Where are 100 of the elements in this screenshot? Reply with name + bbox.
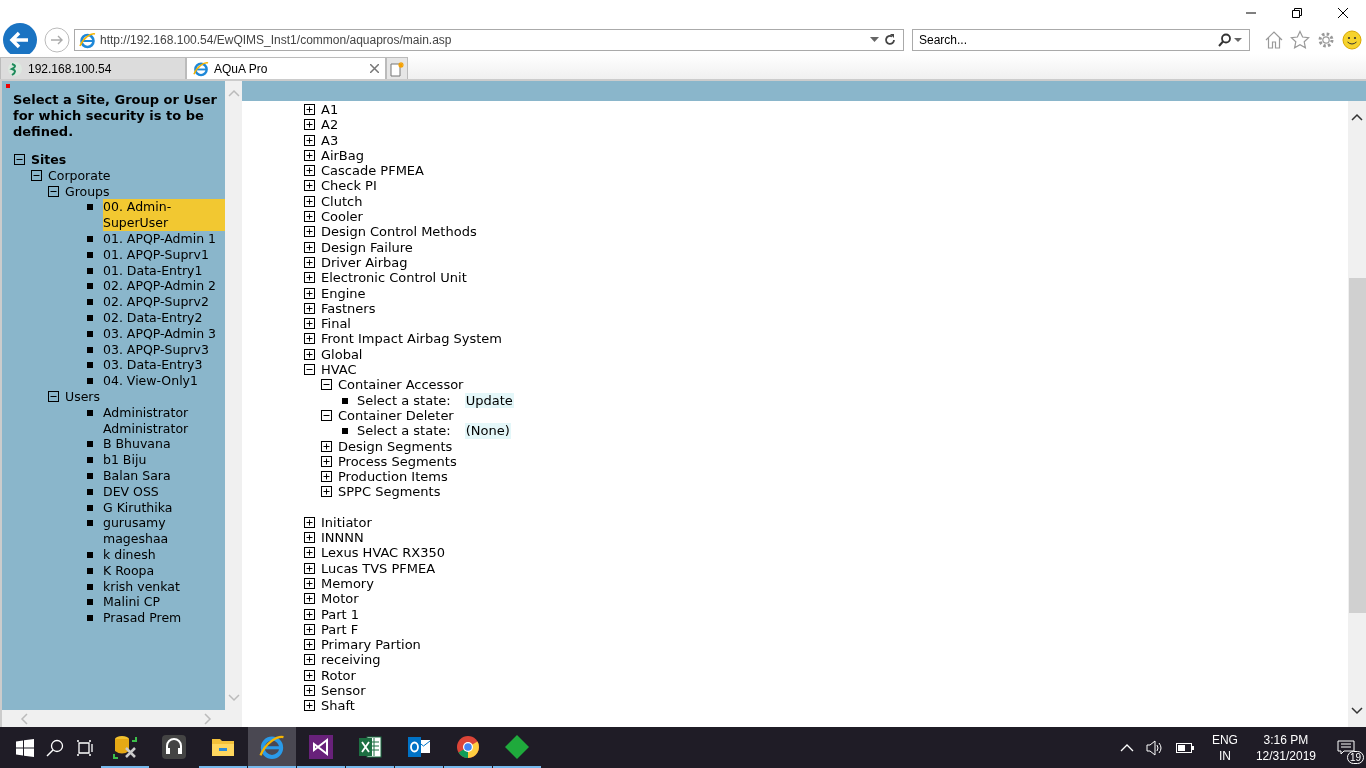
tree-node[interactable]: Check PI — [321, 178, 377, 194]
expand-icon[interactable] — [304, 669, 315, 681]
tree-node[interactable]: Container Deleter — [338, 407, 454, 424]
tree-node[interactable]: Driver Airbag — [321, 254, 408, 271]
tree-node[interactable]: Shaft — [321, 698, 355, 714]
tree-node[interactable]: A3 — [321, 132, 339, 148]
task-view-icon[interactable] — [76, 738, 94, 757]
expand-icon[interactable] — [304, 593, 315, 605]
expand-icon[interactable] — [321, 455, 332, 467]
close-tab-icon[interactable] — [370, 64, 379, 73]
tree-node[interactable]: Electronic Control Unit — [321, 270, 467, 286]
expand-icon[interactable] — [304, 532, 315, 543]
tree-node[interactable]: Lexus HVAC RX350 — [321, 545, 446, 561]
tree-node[interactable]: Motor — [321, 591, 359, 607]
expand-icon[interactable] — [304, 577, 315, 589]
tree-node[interactable]: Memory — [321, 575, 374, 592]
expand-icon[interactable] — [304, 302, 315, 314]
scroll-thumb[interactable] — [1348, 278, 1366, 613]
collapse-icon[interactable] — [48, 185, 59, 197]
expand-icon[interactable] — [321, 440, 332, 452]
expand-icon[interactable] — [304, 364, 315, 376]
browser-tab[interactable]: AQuA Pro — [186, 57, 386, 79]
chevron-up-icon[interactable] — [1119, 743, 1134, 752]
expand-icon[interactable] — [304, 348, 315, 360]
expand-icon[interactable] — [304, 241, 315, 253]
tree-node[interactable]: Fastners — [321, 300, 376, 317]
tree-item[interactable]: k dinesh — [103, 546, 156, 563]
scroll-down-icon[interactable] — [1351, 707, 1363, 715]
tree-node[interactable]: receiving — [321, 652, 381, 668]
tree-item[interactable]: G Kiruthika — [103, 499, 173, 516]
state-value[interactable]: (None) — [464, 423, 511, 439]
home-icon[interactable] — [1264, 30, 1284, 50]
tree-item[interactable]: 03. APQP-Suprv3 — [103, 341, 209, 358]
close-icon[interactable] — [1337, 7, 1349, 19]
tree-node[interactable]: Design Failure — [321, 239, 413, 255]
collapse-icon[interactable] — [48, 390, 59, 402]
tree-node[interactable]: Container Accessor — [338, 377, 464, 393]
search-icon[interactable] — [46, 738, 64, 757]
search-icon[interactable] — [1218, 33, 1242, 47]
tree-node[interactable]: Cooler — [321, 209, 363, 225]
expand-icon[interactable] — [304, 562, 315, 574]
expand-icon[interactable] — [304, 318, 315, 330]
expand-icon[interactable] — [304, 119, 315, 131]
tree-node[interactable]: SPPC Segments — [338, 484, 441, 500]
address-bar[interactable]: http://192.168.100.54/EwQIMS_Inst1/common/aquapros/main.asp — [74, 29, 904, 51]
tree-node[interactable]: Primary Partion — [321, 637, 421, 653]
tree-item[interactable]: K Roopa — [103, 562, 155, 579]
expand-icon[interactable] — [304, 104, 315, 115]
expand-icon[interactable] — [304, 226, 315, 238]
expand-icon[interactable] — [304, 685, 315, 696]
tree-item[interactable]: Balan Sara — [103, 467, 171, 484]
expand-icon[interactable] — [304, 623, 315, 635]
expand-icon[interactable] — [304, 256, 315, 268]
tree-node[interactable]: Part F — [321, 621, 359, 638]
tree-node[interactable]: A2 — [321, 117, 339, 133]
tree-node[interactable]: Cascade PFMEA — [321, 163, 424, 179]
tree-item[interactable]: Malini CP — [103, 594, 161, 611]
expand-icon[interactable] — [304, 211, 315, 223]
search-field[interactable]: Search... — [912, 29, 1250, 51]
expand-icon[interactable] — [321, 486, 332, 498]
clock[interactable]: 3:16 PM 12/31/2019 — [1255, 731, 1316, 764]
tree-node[interactable]: Part 1 — [321, 606, 360, 622]
expand-icon[interactable] — [321, 379, 332, 391]
expand-icon[interactable] — [304, 165, 315, 177]
tree-item[interactable]: 02. APQP-Suprv2 — [103, 294, 209, 310]
tree-node[interactable]: Process Segments — [338, 453, 457, 470]
expand-icon[interactable] — [304, 287, 315, 299]
expand-icon[interactable] — [304, 333, 315, 345]
expand-icon[interactable] — [321, 409, 332, 421]
tree-node[interactable]: Rotor — [321, 667, 356, 683]
state-value[interactable]: Update — [464, 392, 514, 408]
tree-node[interactable]: Production Items — [338, 469, 448, 485]
tree-item[interactable]: 02. APQP-Admin 2 — [103, 278, 217, 295]
expand-icon[interactable] — [304, 149, 315, 161]
tree-node[interactable]: AirBag — [321, 147, 364, 164]
tree-node[interactable]: A1 — [321, 102, 339, 118]
browser-tab[interactable]: 192.168.100.54 — [0, 57, 186, 79]
tree-node[interactable]: Sensor — [321, 683, 366, 699]
expand-icon[interactable] — [304, 272, 315, 284]
tree-node[interactable]: Lucas TVS PFMEA — [321, 560, 436, 576]
settings-icon[interactable] — [1316, 30, 1336, 50]
tree-node[interactable]: Sites — [31, 152, 67, 168]
expand-icon[interactable] — [304, 547, 315, 559]
restore-icon[interactable] — [1291, 7, 1303, 19]
tree-item[interactable]: 01. APQP-Suprv1 — [103, 246, 209, 263]
star-icon[interactable] — [1290, 30, 1310, 50]
notification-button[interactable]: 19 — [1326, 727, 1366, 768]
tree-item[interactable]: 04. View-Only1 — [103, 373, 198, 389]
tree-node[interactable]: Front Impact Airbag System — [321, 331, 503, 347]
tree-item[interactable]: DEV OSS — [103, 483, 159, 500]
tree-item[interactable]: Administrator Administrator — [103, 404, 225, 437]
speaker-icon[interactable] — [1145, 739, 1164, 756]
tree-node[interactable]: Users — [65, 388, 100, 405]
collapse-icon[interactable] — [31, 169, 42, 181]
tree-item[interactable]: B Bhuvana — [103, 436, 171, 453]
tree-node[interactable]: Initiator — [321, 514, 372, 530]
expand-icon[interactable] — [304, 134, 315, 146]
tree-item[interactable]: krish venkat — [103, 578, 180, 595]
battery-icon[interactable] — [1175, 742, 1194, 753]
dropdown-icon[interactable] — [870, 37, 879, 43]
